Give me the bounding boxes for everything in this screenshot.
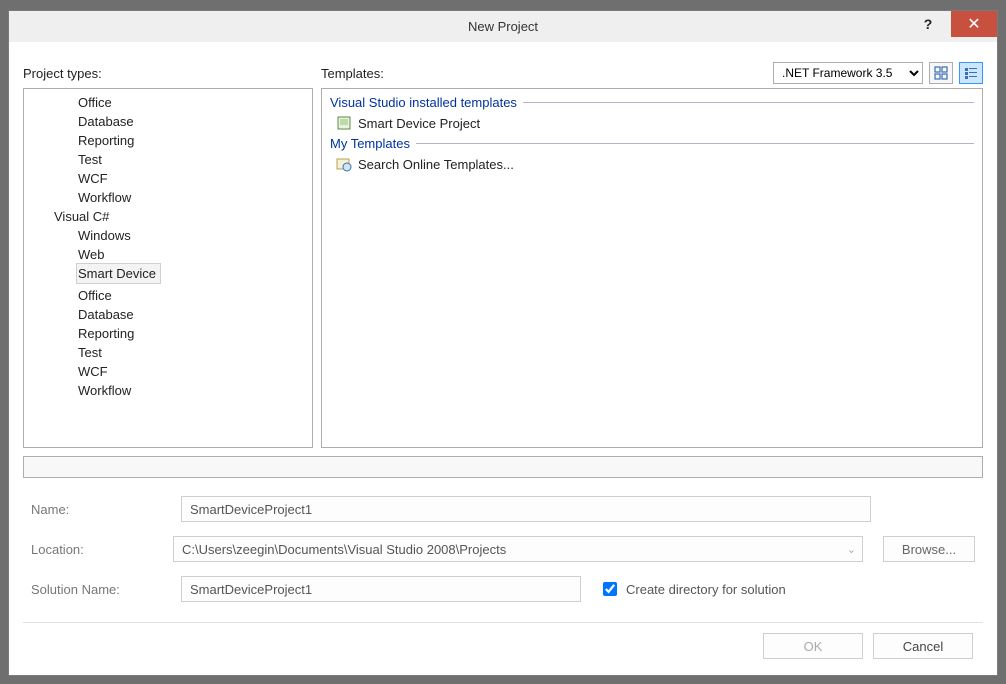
project-type-item[interactable]: Workflow	[24, 188, 312, 207]
section-title-text: Visual Studio installed templates	[330, 95, 517, 110]
project-type-item[interactable]: Office	[24, 93, 312, 112]
dialog-buttons: OK Cancel	[23, 633, 983, 665]
project-type-item[interactable]: Office	[24, 286, 312, 305]
name-row: Name:	[31, 496, 975, 522]
ok-button[interactable]: OK	[763, 633, 863, 659]
project-type-item[interactable]: WCF	[24, 169, 312, 188]
location-label: Location:	[31, 542, 173, 557]
top-panels: Project types: OfficeDatabaseReportingTe…	[23, 62, 983, 448]
large-icons-icon	[934, 66, 948, 80]
templates-label: Templates:	[321, 66, 384, 81]
window-controls: ? ✕	[905, 11, 997, 37]
project-type-item[interactable]: Reporting	[24, 131, 312, 150]
close-button[interactable]: ✕	[951, 11, 997, 37]
template-item-label: Smart Device Project	[358, 116, 480, 131]
templates-panel: Templates: .NET Framework 3.5	[321, 62, 983, 448]
templates-header: Templates: .NET Framework 3.5	[321, 62, 983, 84]
form-area: Name: Location: C:\Users\zeegin\Document…	[23, 496, 983, 616]
location-value: C:\Users\zeegin\Documents\Visual Studio …	[182, 542, 506, 557]
framework-select[interactable]: .NET Framework 3.5	[773, 62, 923, 84]
project-type-item[interactable]: Web	[24, 245, 312, 264]
separator	[23, 622, 983, 623]
create-directory-label: Create directory for solution	[626, 582, 786, 597]
project-type-item[interactable]: Database	[24, 112, 312, 131]
project-types-panel: Project types: OfficeDatabaseReportingTe…	[23, 62, 313, 448]
solution-name-label: Solution Name:	[31, 582, 181, 597]
chevron-down-icon: ⌄	[847, 543, 856, 556]
location-row: Location: C:\Users\zeegin\Documents\Visu…	[31, 536, 975, 562]
section-divider	[416, 143, 974, 144]
small-icons-icon	[964, 66, 978, 80]
search-online-icon	[336, 156, 352, 172]
project-types-header: Project types:	[23, 62, 313, 84]
create-directory-checkbox-wrap[interactable]: Create directory for solution	[599, 579, 786, 599]
window-title: New Project	[9, 19, 997, 34]
solution-name-input[interactable]	[181, 576, 581, 602]
new-project-dialog: New Project ? ✕ Project types: OfficeDat…	[8, 10, 998, 676]
templates-section-installed: Visual Studio installed templates	[322, 93, 982, 112]
large-icons-view-button[interactable]	[929, 62, 953, 84]
description-bar	[23, 456, 983, 478]
project-types-tree[interactable]: OfficeDatabaseReportingTestWCFWorkflowVi…	[23, 88, 313, 448]
template-item-smart-device[interactable]: Smart Device Project	[322, 112, 982, 134]
solution-name-row: Solution Name: Create directory for solu…	[31, 576, 975, 602]
project-type-item[interactable]: Database	[24, 305, 312, 324]
project-type-item[interactable]: Reporting	[24, 324, 312, 343]
section-title-text: My Templates	[330, 136, 410, 151]
project-type-item[interactable]: WCF	[24, 362, 312, 381]
project-type-item[interactable]: Test	[24, 150, 312, 169]
location-combobox[interactable]: C:\Users\zeegin\Documents\Visual Studio …	[173, 536, 863, 562]
name-label: Name:	[31, 502, 181, 517]
create-directory-checkbox[interactable]	[603, 582, 617, 596]
templates-toolbar: .NET Framework 3.5	[773, 62, 983, 84]
title-bar: New Project ? ✕	[9, 11, 997, 42]
close-icon: ✕	[967, 14, 980, 34]
template-item-label: Search Online Templates...	[358, 157, 514, 172]
project-icon	[336, 115, 352, 131]
browse-button[interactable]: Browse...	[883, 536, 975, 562]
section-divider	[523, 102, 974, 103]
cancel-button[interactable]: Cancel	[873, 633, 973, 659]
help-button[interactable]: ?	[905, 11, 951, 37]
project-type-item[interactable]: Windows	[24, 226, 312, 245]
project-type-item[interactable]: Workflow	[24, 381, 312, 400]
project-types-label: Project types:	[23, 66, 102, 81]
templates-list[interactable]: Visual Studio installed templates Smart …	[321, 88, 983, 448]
help-icon: ?	[924, 16, 933, 32]
project-type-item[interactable]: Test	[24, 343, 312, 362]
name-input[interactable]	[181, 496, 871, 522]
project-type-item-selected[interactable]: Smart Device	[76, 263, 161, 284]
dialog-content: Project types: OfficeDatabaseReportingTe…	[9, 42, 997, 675]
templates-section-my: My Templates	[322, 134, 982, 153]
project-type-item[interactable]: Visual C#	[24, 207, 312, 226]
template-item-search-online[interactable]: Search Online Templates...	[322, 153, 982, 175]
small-icons-view-button[interactable]	[959, 62, 983, 84]
